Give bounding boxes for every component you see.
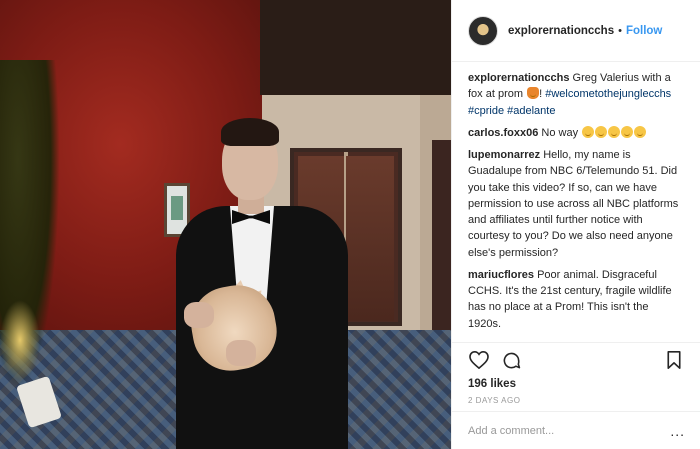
heart-icon[interactable] <box>468 349 490 371</box>
more-options-icon[interactable]: ... <box>670 423 685 439</box>
laughing-tears-icon <box>634 125 647 138</box>
laughing-tears-icon <box>621 125 634 138</box>
person-hair <box>221 118 279 146</box>
instagram-post: explorernationcchs • Follow explorernati… <box>0 0 700 449</box>
post-photo[interactable] <box>0 0 451 449</box>
hashtag-link[interactable]: #adelante <box>507 105 555 117</box>
header-separator: • <box>618 24 622 37</box>
laughing-tears-icon <box>595 125 608 138</box>
hashtag-link[interactable]: #welcometothejunglecchs <box>545 88 671 100</box>
add-comment-bar: Add a comment... ... <box>452 411 700 449</box>
comment-text: No way <box>541 126 579 139</box>
caption-username[interactable]: explorernationcchs <box>468 72 569 84</box>
laughing-tears-icon <box>608 125 621 138</box>
post-author-username[interactable]: explorernationcchs <box>508 25 614 37</box>
laughing-tears-icon <box>582 125 595 138</box>
comment-username[interactable]: carlos.foxx06 <box>468 127 538 139</box>
action-icons-row <box>468 343 685 377</box>
photo-elevator-right <box>432 140 451 330</box>
comment-item: carlos.foxx06 No way <box>468 125 684 141</box>
add-comment-input[interactable]: Add a comment... <box>468 425 670 437</box>
person-hand-right <box>226 340 256 366</box>
caption: explorernationcchs Greg Valerius with a … <box>468 70 684 119</box>
likes-count[interactable]: 196 likes <box>468 378 685 390</box>
hashtag-link[interactable]: #cpride <box>468 105 504 117</box>
post-timestamp: 2 DAYS AGO <box>468 396 521 405</box>
comment-item: lupemonarrez Hello, my name is Guadalupe… <box>468 147 684 261</box>
comment-bubble-icon[interactable] <box>500 349 522 371</box>
follow-button[interactable]: Follow <box>626 25 662 37</box>
comment-text: Hello, my name is Guadalupe from NBC 6/T… <box>468 149 679 259</box>
avatar[interactable] <box>468 15 498 46</box>
photo-person-with-fox <box>172 118 352 449</box>
photo-ceiling <box>260 0 451 95</box>
post-header: explorernationcchs • Follow <box>452 0 700 62</box>
comment-username[interactable]: mariucflores <box>468 269 534 281</box>
comments-list[interactable]: explorernationcchs Greg Valerius with a … <box>452 62 700 342</box>
comment-username[interactable]: lupemonarrez <box>468 149 540 161</box>
comment-item: mariucflores Poor animal. Disgraceful CC… <box>468 267 684 332</box>
post-side-panel: explorernationcchs • Follow explorernati… <box>451 0 700 449</box>
bookmark-icon[interactable] <box>663 349 685 371</box>
photo-light-glow <box>0 300 40 380</box>
person-hand-left <box>184 302 214 328</box>
fox-face-icon <box>527 87 540 100</box>
elevator-door-right <box>346 156 394 321</box>
